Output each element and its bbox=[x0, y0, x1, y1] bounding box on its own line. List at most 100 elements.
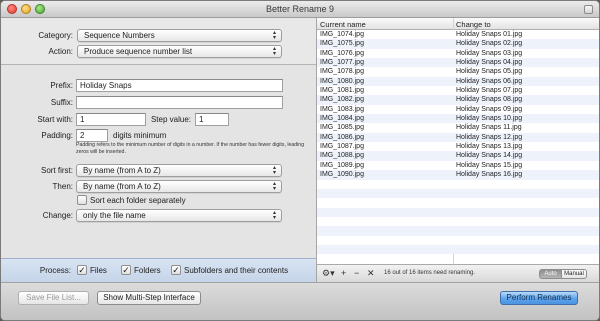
table-row[interactable]: IMG_1089.jpg Holiday Snaps 15.jpg bbox=[317, 160, 599, 171]
perform-renames-button[interactable]: Perform Renames bbox=[500, 291, 578, 305]
sort-each-folder-label: Sort each folder separately bbox=[90, 196, 186, 205]
change-to-cell: Holiday Snaps 12.jpg bbox=[456, 133, 523, 141]
table-row[interactable]: IMG_1080.jpg Holiday Snaps 06.jpg bbox=[317, 76, 599, 87]
table-row[interactable]: IMG_1086.jpg Holiday Snaps 12.jpg bbox=[317, 132, 599, 143]
process-folders-label: Folders bbox=[134, 266, 161, 275]
sort-first-popup[interactable]: By name (from A to Z) ▴ ▾ bbox=[76, 164, 282, 177]
table-row[interactable] bbox=[317, 188, 599, 199]
add-icon[interactable]: + bbox=[341, 268, 346, 278]
current-name-cell: IMG_1078.jpg bbox=[320, 68, 364, 76]
category-value: Sequence Numbers bbox=[84, 31, 155, 40]
change-to-cell: Holiday Snaps 15.jpg bbox=[456, 161, 523, 169]
window-title: Better Rename 9 bbox=[265, 4, 335, 14]
settings-panel: Category: Sequence Numbers ▴ ▾ Action: Pr… bbox=[1, 18, 317, 258]
fullscreen-icon[interactable] bbox=[584, 5, 593, 14]
suffix-label: Suffix: bbox=[50, 98, 73, 107]
file-list-toolbar: ⚙▾ + − ✕ 16 out of 16 items need renamin… bbox=[317, 264, 599, 282]
popup-arrows-icon: ▴ ▾ bbox=[272, 181, 276, 192]
column-current-name[interactable]: Current name bbox=[320, 20, 366, 29]
change-popup[interactable]: only the file name ▴ ▾ bbox=[76, 209, 282, 222]
table-row[interactable] bbox=[317, 179, 599, 189]
file-list-rows: IMG_1074.jpg Holiday Snaps 01.jpg IMG_1075… bbox=[317, 30, 599, 255]
then-value: By name (from A to Z) bbox=[83, 182, 161, 191]
action-popup[interactable]: Produce sequence number list ▴ ▾ bbox=[77, 45, 282, 58]
current-name-cell: IMG_1080.jpg bbox=[320, 77, 364, 85]
current-name-cell: IMG_1089.jpg bbox=[320, 161, 364, 169]
change-value: only the file name bbox=[83, 211, 146, 220]
current-name-cell: IMG_1086.jpg bbox=[320, 133, 364, 141]
process-label: Process: bbox=[39, 266, 71, 275]
process-files-checkbox[interactable]: ✓ bbox=[77, 265, 87, 275]
table-row[interactable]: IMG_1078.jpg Holiday Snaps 05.jpg bbox=[317, 67, 599, 77]
step-field[interactable]: 1 bbox=[195, 113, 229, 126]
table-row[interactable]: IMG_1081.jpg Holiday Snaps 07.jpg bbox=[317, 86, 599, 96]
change-to-cell: Holiday Snaps 07.jpg bbox=[456, 87, 523, 95]
table-row[interactable]: IMG_1074.jpg Holiday Snaps 01.jpg bbox=[317, 30, 599, 40]
clear-icon[interactable]: ✕ bbox=[367, 268, 375, 279]
change-to-cell: Holiday Snaps 02.jpg bbox=[456, 40, 523, 48]
change-to-cell: Holiday Snaps 08.jpg bbox=[456, 96, 523, 104]
process-folders-checkbox[interactable]: ✓ bbox=[121, 265, 131, 275]
then-label: Then: bbox=[52, 182, 73, 191]
change-to-cell: Holiday Snaps 04.jpg bbox=[456, 59, 523, 67]
table-row[interactable]: IMG_1082.jpg Holiday Snaps 08.jpg bbox=[317, 95, 599, 105]
process-subfolders-label: Subfolders and their contents bbox=[184, 266, 289, 275]
suffix-field[interactable] bbox=[76, 96, 283, 109]
prefix-field[interactable]: Holiday Snaps bbox=[76, 79, 283, 92]
table-row[interactable] bbox=[317, 207, 599, 217]
table-row[interactable]: IMG_1076.jpg Holiday Snaps 03.jpg bbox=[317, 48, 599, 59]
table-row[interactable]: IMG_1083.jpg Holiday Snaps 09.jpg bbox=[317, 104, 599, 115]
save-file-list-button[interactable]: Save File List... bbox=[18, 291, 89, 305]
change-to-cell: Holiday Snaps 09.jpg bbox=[456, 105, 523, 113]
step-label: Step value: bbox=[150, 115, 191, 124]
change-to-cell: Holiday Snaps 01.jpg bbox=[456, 31, 523, 38]
show-multistep-button[interactable]: Show Multi-Step Interface bbox=[97, 291, 201, 305]
file-list: Current name Change to IMG_1074.jpg Holid… bbox=[317, 18, 599, 264]
padding-label: Padding: bbox=[41, 131, 73, 140]
gear-icon[interactable]: ⚙▾ bbox=[322, 268, 335, 279]
rename-status: 16 out of 16 items need renaming. bbox=[384, 270, 476, 276]
current-name-cell: IMG_1082.jpg bbox=[320, 96, 364, 104]
current-name-cell: IMG_1076.jpg bbox=[320, 49, 364, 57]
padding-field[interactable]: 2 bbox=[76, 129, 108, 142]
category-label: Category: bbox=[38, 31, 73, 40]
current-name-cell: IMG_1087.jpg bbox=[320, 143, 364, 151]
sort-first-value: By name (from A to Z) bbox=[83, 166, 161, 175]
table-row[interactable] bbox=[317, 226, 599, 236]
sort-each-folder-checkbox[interactable] bbox=[77, 195, 87, 205]
mode-auto-button[interactable]: Auto bbox=[539, 269, 562, 279]
process-subfolders-checkbox[interactable]: ✓ bbox=[171, 265, 181, 275]
current-name-cell: IMG_1081.jpg bbox=[320, 87, 364, 95]
table-row[interactable] bbox=[317, 216, 599, 227]
popup-arrows-icon: ▴ ▾ bbox=[272, 46, 276, 57]
padding-unit: digits minimum bbox=[113, 131, 167, 140]
prefix-label: Prefix: bbox=[50, 81, 73, 90]
table-row[interactable]: IMG_1085.jpg Holiday Snaps 11.jpg bbox=[317, 123, 599, 133]
table-row[interactable]: IMG_1087.jpg Holiday Snaps 13.jpg bbox=[317, 142, 599, 152]
table-row[interactable] bbox=[317, 235, 599, 245]
change-to-cell: Holiday Snaps 13.jpg bbox=[456, 143, 523, 151]
table-row[interactable]: IMG_1090.jpg Holiday Snaps 16.jpg bbox=[317, 170, 599, 180]
then-popup[interactable]: By name (from A to Z) ▴ ▾ bbox=[76, 180, 282, 193]
mode-manual-button[interactable]: Manual bbox=[561, 269, 587, 279]
table-row[interactable]: IMG_1077.jpg Holiday Snaps 04.jpg bbox=[317, 58, 599, 68]
change-to-cell: Holiday Snaps 16.jpg bbox=[456, 171, 523, 179]
table-row[interactable] bbox=[317, 244, 599, 255]
column-change-to[interactable]: Change to bbox=[456, 20, 491, 29]
current-name-cell: IMG_1074.jpg bbox=[320, 31, 364, 38]
start-field[interactable]: 1 bbox=[76, 113, 146, 126]
action-value: Produce sequence number list bbox=[84, 47, 193, 56]
table-row[interactable]: IMG_1084.jpg Holiday Snaps 10.jpg bbox=[317, 114, 599, 124]
change-to-cell: Holiday Snaps 11.jpg bbox=[456, 124, 522, 132]
padding-note: Padding refers to the minimum number of … bbox=[76, 142, 305, 155]
table-row[interactable]: IMG_1075.jpg Holiday Snaps 02.jpg bbox=[317, 39, 599, 49]
sort-first-label: Sort first: bbox=[40, 166, 73, 175]
change-to-cell: Holiday Snaps 03.jpg bbox=[456, 49, 523, 57]
action-label: Action: bbox=[48, 47, 73, 56]
title-bar: Better Rename 9 bbox=[1, 1, 599, 18]
category-popup[interactable]: Sequence Numbers ▴ ▾ bbox=[77, 29, 282, 42]
table-row[interactable]: IMG_1088.jpg Holiday Snaps 14.jpg bbox=[317, 151, 599, 161]
remove-icon[interactable]: − bbox=[354, 268, 359, 278]
table-row[interactable] bbox=[317, 198, 599, 208]
current-name-cell: IMG_1085.jpg bbox=[320, 124, 364, 132]
